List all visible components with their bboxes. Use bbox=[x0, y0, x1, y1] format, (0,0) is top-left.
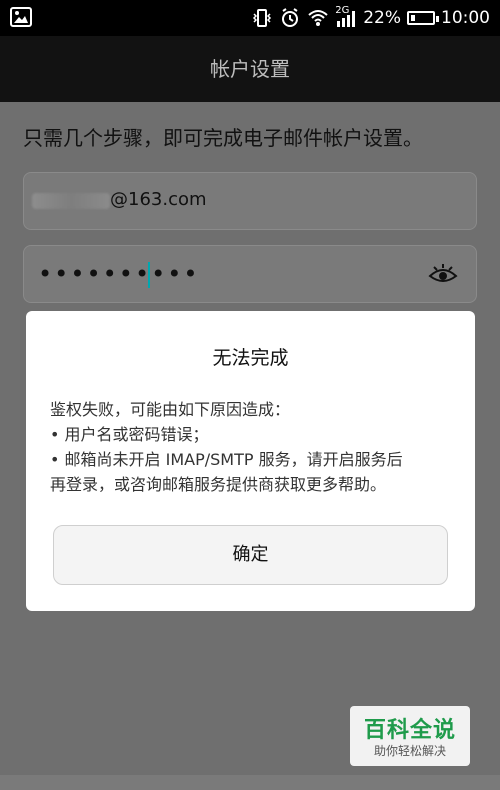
setup-instruction: 只需几个步骤，即可完成电子邮件帐户设置。 bbox=[23, 126, 423, 150]
watermark-logo: 百科全说 助你轻松解决 bbox=[350, 706, 470, 766]
email-username-blur bbox=[32, 193, 110, 209]
alarm-icon bbox=[282, 8, 299, 27]
status-bar: 2G 22% 10:00 bbox=[0, 0, 500, 36]
dialog-message: 鉴权失败，可能由如下原因造成： • 用户名或密码错误； • 邮箱尚未开启 IMA… bbox=[50, 397, 460, 497]
battery-icon bbox=[407, 11, 439, 25]
status-right-group: 2G 22% 10:00 bbox=[251, 0, 490, 36]
battery-percent: 22% bbox=[363, 8, 401, 28]
app-bar: 帐户设置 bbox=[0, 36, 500, 102]
watermark-subtitle: 助你轻松解决 bbox=[373, 744, 446, 758]
show-password-eye-icon[interactable] bbox=[428, 262, 458, 286]
password-value: •••••••••• bbox=[38, 260, 200, 288]
dialog-title: 无法完成 bbox=[212, 347, 289, 369]
cell-signal: 2G bbox=[335, 5, 357, 29]
vibrate-icon bbox=[253, 9, 272, 27]
password-field[interactable]: •••••••••• bbox=[23, 245, 477, 303]
bottom-strip bbox=[0, 775, 500, 790]
dialog-message-line: 鉴权失败，可能由如下原因造成： bbox=[50, 400, 291, 419]
confirm-button[interactable]: 确定 bbox=[53, 525, 448, 585]
dialog-message-line: • 用户名或密码错误； bbox=[50, 425, 209, 444]
error-dialog: 无法完成 鉴权失败，可能由如下原因造成： • 用户名或密码错误； • 邮箱尚未开… bbox=[26, 311, 475, 611]
email-field[interactable]: @163.com bbox=[23, 172, 477, 230]
battery-fill bbox=[411, 15, 416, 21]
dialog-message-line: • 邮箱尚未开启 IMAP/SMTP 服务，请开启服务后 bbox=[50, 450, 403, 469]
email-domain-text: @163.com bbox=[110, 189, 207, 210]
page-title: 帐户设置 bbox=[210, 57, 290, 81]
wifi-icon bbox=[308, 10, 328, 26]
status-time: 10:00 bbox=[441, 8, 490, 28]
dialog-message-line: 再登录，或咨询邮箱服务提供商获取更多帮助。 bbox=[50, 475, 387, 494]
gallery-notification-icon bbox=[10, 7, 32, 27]
watermark-title: 百科全说 bbox=[363, 718, 456, 743]
text-cursor bbox=[148, 262, 150, 288]
signal-icon bbox=[337, 11, 356, 27]
